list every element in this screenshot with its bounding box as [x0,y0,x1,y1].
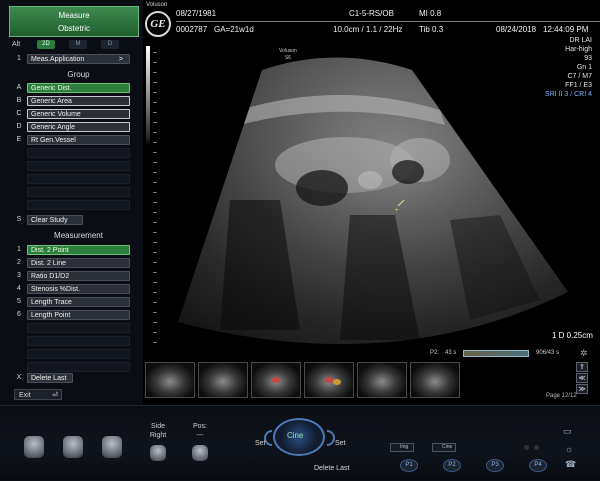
probe-label-line1: Voluson [279,48,297,54]
cine-scroll-bar[interactable] [463,350,529,357]
cine-button[interactable]: Cine [432,443,456,452]
delete-last-console[interactable]: Delete Last [314,465,349,472]
status-dot [524,445,529,450]
thumbnail[interactable] [410,362,460,398]
nav-right-icon[interactable]: ≫ [576,384,588,394]
rotary-knob[interactable] [63,436,83,458]
cine-left-time: 43 s [445,350,457,356]
cine-frames: 906/43 s [536,350,560,356]
pos-value: --- [196,432,204,439]
p3-button[interactable]: P3 [486,459,504,472]
pos-label: Pos: [192,423,207,430]
side-value: Right [149,432,167,439]
p4-button[interactable]: P4 [529,459,547,472]
p1-button[interactable]: P1 [400,459,418,472]
img-button[interactable]: Img [390,443,414,452]
svg-text:+: + [395,208,399,214]
rotary-knob[interactable] [102,436,122,458]
probe-label-line2: S6 [284,55,291,61]
nav-left-icon[interactable]: ≪ [576,373,588,383]
pos-knob[interactable] [192,445,208,461]
scroll-up-icon[interactable]: ⇑ [576,362,588,372]
thumbnail[interactable] [145,362,195,398]
thumbnail[interactable] [357,362,407,398]
thumbnail[interactable] [198,362,248,398]
monitor-icon[interactable]: ▭ [563,426,572,437]
set-right-button[interactable]: Set [335,440,346,447]
p2-button[interactable]: P2 [443,459,461,472]
settings-icon[interactable]: ✲ [580,348,588,359]
side-knob[interactable] [150,445,166,461]
cine-p2-label: P2: [430,350,440,356]
scan-sector [178,57,568,345]
status-dot [534,445,539,450]
rotary-knob[interactable] [24,436,44,458]
measurement-readout: 1 D 0.25cm [552,331,593,340]
thumbnail[interactable] [304,362,354,398]
set-left-button[interactable]: Set [255,440,266,447]
side-label: Side [150,423,165,430]
probe-label: Voluson S6 [279,48,297,62]
brightness-icon[interactable]: ☼ [565,444,573,454]
phone-icon[interactable]: ☎ [565,459,576,470]
thumbnail[interactable] [251,362,301,398]
page-indicator: Page 12/12 [546,393,577,399]
cine-center-label: Cine [287,431,304,440]
